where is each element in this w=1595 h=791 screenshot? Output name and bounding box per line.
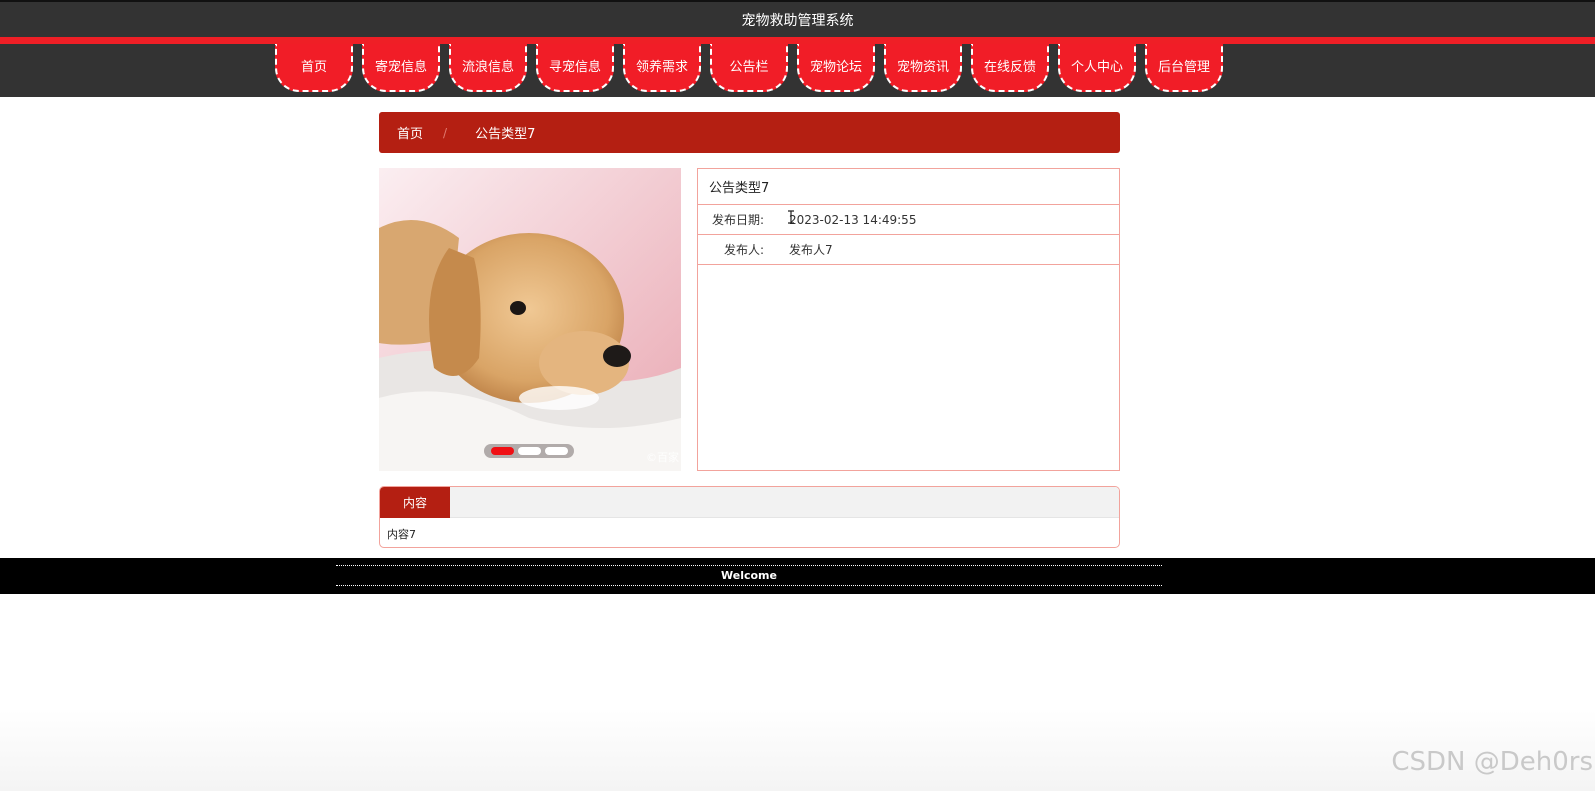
bottom-area <box>0 710 1595 791</box>
content-tab-strip: 内容 <box>380 487 1119 518</box>
nav-item-profile[interactable]: 个人中心 <box>1058 44 1136 92</box>
tab-content[interactable]: 内容 <box>380 487 450 518</box>
carousel-dot-1[interactable] <box>490 447 514 455</box>
page-watermark: CSDN @Deh0rs <box>1391 747 1593 777</box>
site-title: 宠物救助管理系统 <box>741 12 854 29</box>
notice-title: 公告类型7 <box>698 169 1119 205</box>
nav-item-news[interactable]: 宠物资讯 <box>884 44 962 92</box>
red-divider <box>0 37 1595 44</box>
text-cursor-icon <box>788 210 794 224</box>
nav-item-adoption[interactable]: 领养需求 <box>623 44 701 92</box>
content-section: 内容 内容7 <box>379 486 1120 548</box>
nav-item-boarding[interactable]: 寄宠信息 <box>362 44 440 92</box>
top-bar: 宠物救助管理系统 <box>0 0 1595 37</box>
nav-item-feedback[interactable]: 在线反馈 <box>971 44 1049 92</box>
breadcrumb-current: 公告类型7 <box>475 127 536 142</box>
footer: Welcome <box>0 558 1595 594</box>
nav-item-admin[interactable]: 后台管理 <box>1145 44 1223 92</box>
main-nav: 首页 寄宠信息 流浪信息 寻宠信息 领养需求 公告栏 宠物论坛 宠物资讯 在线反… <box>275 44 1223 97</box>
carousel-dot-2[interactable] <box>517 447 541 455</box>
nav-item-home[interactable]: 首页 <box>275 44 353 92</box>
content-body: 内容7 <box>387 528 416 541</box>
nav-item-stray[interactable]: 流浪信息 <box>449 44 527 92</box>
carousel-indicators <box>484 444 574 458</box>
notice-info-panel: 公告类型7 发布日期: 2023-02-13 14:49:55 发布人: 发布人… <box>697 168 1120 471</box>
image-watermark: ©百家 <box>646 451 679 464</box>
carousel-dot-3[interactable] <box>544 447 568 455</box>
breadcrumb: 首页 / 公告类型7 <box>379 112 1120 153</box>
nav-item-forum[interactable]: 宠物论坛 <box>797 44 875 92</box>
footer-welcome: Welcome <box>336 565 1162 586</box>
breadcrumb-separator: / <box>443 125 448 140</box>
date-label: 发布日期: <box>711 213 764 227</box>
nav-item-lost-pet[interactable]: 寻宠信息 <box>536 44 614 92</box>
dog-photo <box>379 168 681 471</box>
nav-bar: 首页 寄宠信息 流浪信息 寻宠信息 领养需求 公告栏 宠物论坛 宠物资讯 在线反… <box>0 44 1595 97</box>
page: 宠物救助管理系统 首页 寄宠信息 流浪信息 寻宠信息 领养需求 公告栏 宠物论坛… <box>0 0 1595 791</box>
image-carousel[interactable]: ©百家 <box>379 168 681 471</box>
info-row-date: 发布日期: 2023-02-13 14:49:55 <box>698 205 1119 235</box>
info-row-publisher: 发布人: 发布人7 <box>698 235 1119 265</box>
publisher-value: 发布人7 <box>789 243 833 257</box>
publisher-label: 发布人: <box>723 243 764 257</box>
breadcrumb-home[interactable]: 首页 <box>397 123 423 142</box>
date-value: 2023-02-13 14:49:55 <box>789 212 917 227</box>
nav-item-notices[interactable]: 公告栏 <box>710 44 788 92</box>
